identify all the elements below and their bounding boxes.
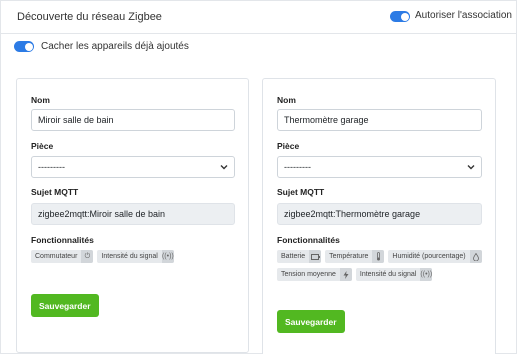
- room-select-value: ---------: [284, 162, 311, 172]
- feature-badge-signal: Intensité du signal ((•)): [355, 268, 433, 281]
- features-label: Fonctionnalités: [277, 235, 340, 245]
- room-select[interactable]: ---------: [31, 156, 235, 178]
- zigbee-discovery-panel: Découverte du réseau Zigbee Autoriser l'…: [0, 0, 517, 354]
- allow-association-label: Autoriser l'association: [415, 10, 512, 21]
- feature-badge-switch: Commutateur ⏻: [31, 250, 94, 263]
- hide-added-devices-label: Cacher les appareils déjà ajoutés: [41, 41, 189, 52]
- device-card-2: Nom Pièce --------- Sujet MQTT Fonctionn…: [262, 78, 496, 354]
- feature-badge-voltage: Tension moyenne: [277, 268, 352, 281]
- hide-added-devices-toggle[interactable]: [14, 41, 34, 52]
- device-card-1: Nom Pièce --------- Sujet MQTT Fonctionn…: [16, 78, 249, 353]
- feature-badge-signal: Intensité du signal ((•)): [97, 250, 174, 263]
- feature-badge-battery: Batterie: [277, 250, 322, 263]
- name-label: Nom: [277, 95, 296, 105]
- battery-icon: [309, 250, 322, 263]
- page-title: Découverte du réseau Zigbee: [17, 11, 162, 23]
- features-list: Batterie Température Humidité (pourcenta…: [277, 250, 483, 281]
- mqtt-topic-field[interactable]: [31, 203, 235, 225]
- mqtt-topic-label: Sujet MQTT: [277, 187, 325, 197]
- chevron-down-icon: [467, 165, 475, 170]
- droplet-icon: [469, 250, 482, 263]
- name-label: Nom: [31, 95, 50, 105]
- signal-icon: ((•)): [420, 268, 433, 281]
- save-button[interactable]: Sauvegarder: [277, 310, 345, 333]
- allow-association-toggle[interactable]: [390, 11, 410, 22]
- room-select-value: ---------: [38, 162, 65, 172]
- device-name-input[interactable]: [31, 109, 235, 131]
- room-select[interactable]: ---------: [277, 156, 482, 178]
- panel-header: Découverte du réseau Zigbee Autoriser l'…: [1, 1, 516, 34]
- room-label: Pièce: [31, 141, 54, 151]
- device-name-input[interactable]: [277, 109, 482, 131]
- mqtt-topic-label: Sujet MQTT: [31, 187, 79, 197]
- mqtt-topic-field[interactable]: [277, 203, 482, 225]
- save-button[interactable]: Sauvegarder: [31, 294, 99, 317]
- features-list: Commutateur ⏻ Intensité du signal ((•)): [31, 250, 236, 263]
- chevron-down-icon: [220, 165, 228, 170]
- features-label: Fonctionnalités: [31, 235, 94, 245]
- feature-badge-temperature: Température: [325, 250, 385, 263]
- power-icon: ⏻: [81, 250, 94, 263]
- room-label: Pièce: [277, 141, 300, 151]
- feature-badge-humidity: Humidité (pourcentage): [388, 250, 482, 263]
- thermometer-icon: [372, 250, 385, 263]
- lightning-icon: [339, 268, 352, 281]
- signal-icon: ((•)): [161, 250, 174, 263]
